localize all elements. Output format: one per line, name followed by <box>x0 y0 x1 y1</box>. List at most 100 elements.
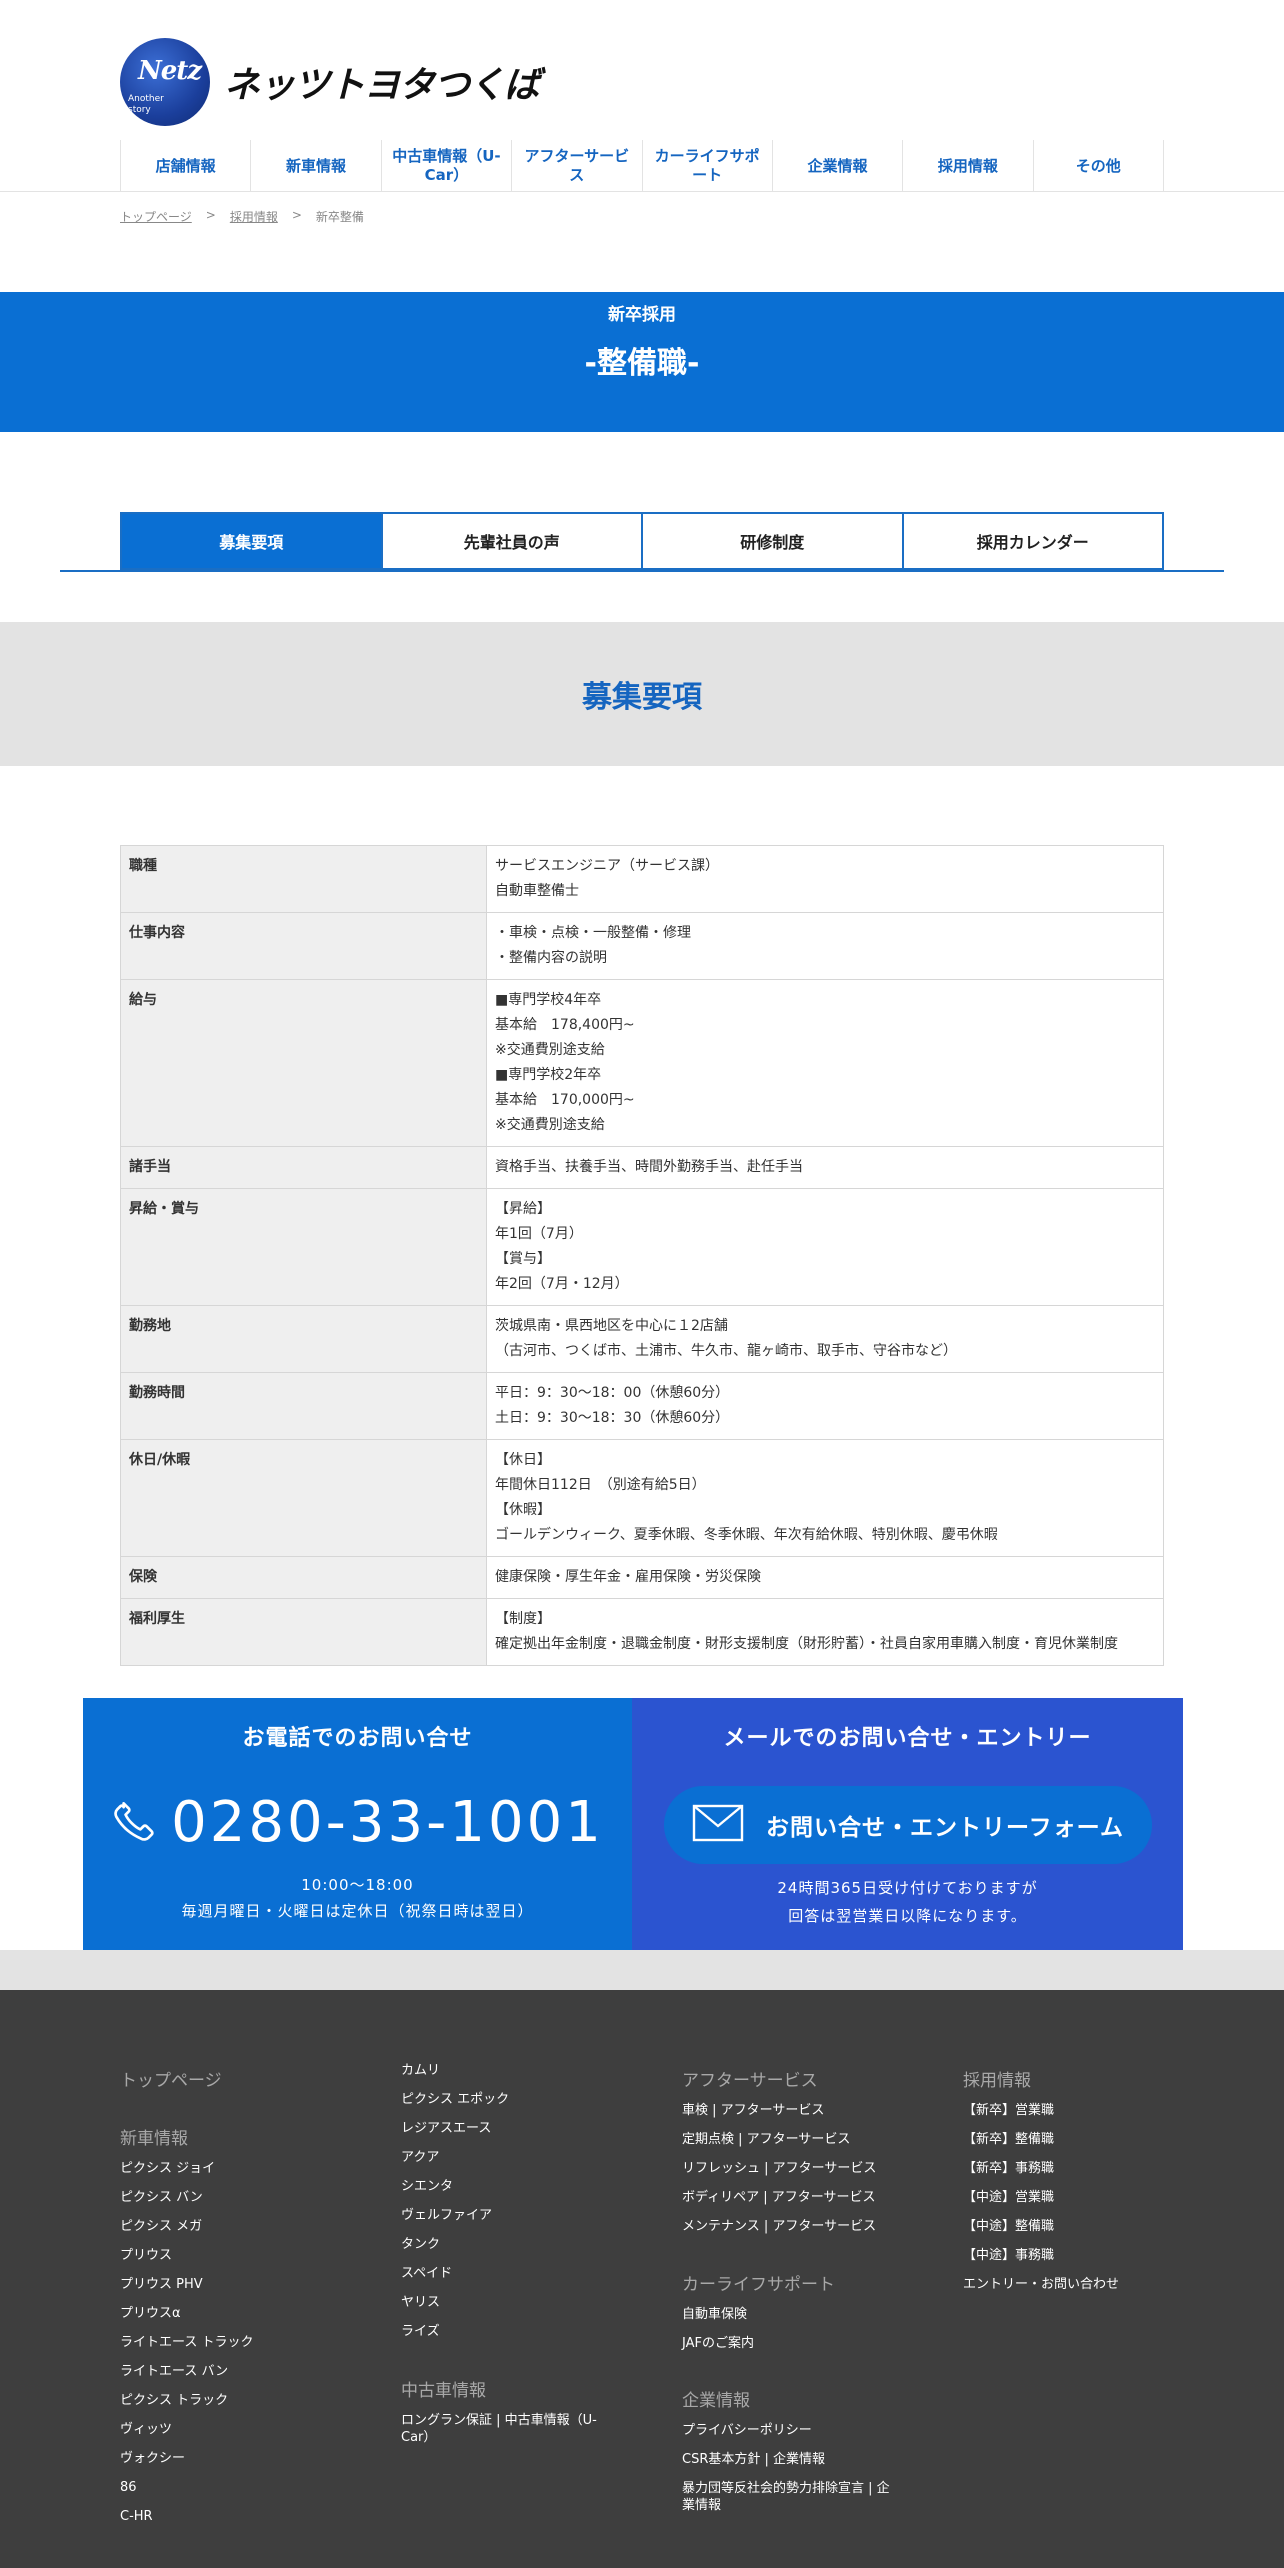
phone-heading: お電話でのお問い合せ <box>242 1726 473 1751</box>
nav-item-company[interactable]: 企業情報 <box>771 140 902 192</box>
nav-item-recruit[interactable]: 採用情報 <box>902 140 1032 192</box>
footer-link[interactable]: ヴィッツ <box>120 2421 172 2438</box>
footer-link[interactable]: プリウス <box>120 2247 172 2264</box>
footer-link[interactable]: ライトエース トラック <box>120 2334 253 2351</box>
row-label: 昇給・賞与 <box>120 1188 487 1306</box>
footer-link[interactable]: 【新卒】整備職 <box>963 2131 1054 2148</box>
row-value: 【制度】 確定拠出年金制度・退職金制度・財形支援制度（財形貯蓄）・社員自家用車購… <box>486 1598 1164 1666</box>
tab-requirements[interactable]: 募集要項 <box>120 512 383 570</box>
tab-recruit-calendar[interactable]: 採用カレンダー <box>901 512 1164 570</box>
tab-training[interactable]: 研修制度 <box>641 512 904 570</box>
nav-item-stores[interactable]: 店舗情報 <box>120 140 250 192</box>
table-row: 保険 健康保険・厚生年金・雇用保険・労災保険 <box>120 1556 1164 1599</box>
row-value: 資格手当、扶養手当、時間外勤務手当、赴任手当 <box>486 1146 1164 1189</box>
footer-link[interactable]: プライバシーポリシー <box>682 2422 812 2439</box>
footer-link[interactable]: 【中途】整備職 <box>963 2218 1054 2235</box>
table-row: 給与 ■専門学校4年卒 基本給 178,400円~ ※交通費別途支給 ■専門学校2… <box>120 979 1164 1147</box>
footer-link[interactable]: 【中途】営業職 <box>963 2189 1054 2206</box>
footer-link[interactable]: ピクシス バン <box>120 2189 203 2206</box>
footer-link[interactable]: ライズ <box>401 2323 440 2340</box>
footer-link[interactable]: 車検 | アフターサービス <box>682 2102 824 2119</box>
contact-mail-panel: メールでのお問い合せ・エントリー お問い合せ・エントリーフォーム 24時間365… <box>632 1698 1183 1950</box>
footer-link[interactable]: C-HR <box>120 2508 153 2525</box>
breadcrumb-separator: > <box>205 208 216 222</box>
page-banner: 新卒採用 -整備職- <box>0 292 1284 432</box>
logo-mark: Netz <box>138 56 202 86</box>
breadcrumb-recruit[interactable]: 採用情報 <box>230 208 278 225</box>
footer-link[interactable]: ピクシス エポック <box>401 2091 509 2108</box>
footer-link[interactable]: プリウス PHV <box>120 2276 203 2293</box>
footer-link[interactable]: 自動車保険 <box>682 2306 747 2323</box>
footer-link-top[interactable]: トップページ <box>120 2066 222 2091</box>
tabs-underline <box>60 570 1224 572</box>
footer-heading-new-cars[interactable]: 新車情報 <box>120 2124 188 2149</box>
footer-link[interactable]: ピクシス トラック <box>120 2392 228 2409</box>
footer-link[interactable]: エントリー・お問い合わせ <box>963 2276 1119 2293</box>
footer-link[interactable]: JAFのご案内 <box>682 2335 754 2352</box>
tab-senior-voices[interactable]: 先輩社員の声 <box>380 512 643 570</box>
footer-link[interactable]: 定期点検 | アフターサービス <box>682 2131 850 2148</box>
row-label: 福利厚生 <box>120 1598 487 1666</box>
row-label: 仕事内容 <box>120 912 487 980</box>
footer-link[interactable]: メンテナンス | アフターサービス <box>682 2218 876 2235</box>
footer-link[interactable]: シエンタ <box>401 2178 453 2195</box>
row-value: 平日：9：30～18：00（休憩60分） 土日：9：30～18：30（休憩60分… <box>486 1372 1164 1440</box>
footer-link[interactable]: アクア <box>401 2149 439 2166</box>
row-value: サービスエンジニア（サービス課） 自動車整備士 <box>486 845 1164 913</box>
footer-heading-company[interactable]: 企業情報 <box>682 2386 750 2411</box>
phone-number[interactable]: 0280-33-1001 <box>171 1790 604 1855</box>
footer-link[interactable]: ライトエース バン <box>120 2363 228 2380</box>
contact-bottom-band <box>0 1950 1284 1990</box>
logo-tagline: Another story <box>128 94 164 115</box>
footer-link[interactable]: ヴェルファイア <box>401 2207 492 2224</box>
site-header: Netz Another story ネッツトヨタつくば 店舗情報 新車情報 中古… <box>0 0 1284 192</box>
footer-link[interactable]: ロングラン保証 | 中古車情報（U-Car） <box>401 2412 601 2446</box>
breadcrumb: トップページ > 採用情報 > 新卒整備 <box>120 208 364 225</box>
footer-link[interactable]: ピクシス メガ <box>120 2218 202 2235</box>
footer-link[interactable]: ヴォクシー <box>120 2450 185 2467</box>
contact-section: お電話でのお問い合せ 0280-33-1001 10:00〜18:00 毎週月曜… <box>83 1698 1183 1950</box>
footer-link[interactable]: 【中途】事務職 <box>963 2247 1054 2264</box>
nav-item-new-cars[interactable]: 新車情報 <box>250 140 380 192</box>
footer-heading-after-service[interactable]: アフターサービス <box>682 2066 818 2091</box>
breadcrumb-home[interactable]: トップページ <box>120 208 192 225</box>
header-divider <box>0 191 1284 192</box>
site-footer: トップページ 新車情報 ピクシス ジョイ ピクシス バン ピクシス メガ プリウ… <box>0 1990 1284 2568</box>
nav-item-used-cars[interactable]: 中古車情報（U-Car） <box>380 140 511 192</box>
footer-link[interactable]: ヤリス <box>401 2294 440 2311</box>
footer-link[interactable]: CSR基本方針 | 企業情報 <box>682 2451 825 2468</box>
footer-link[interactable]: 86 <box>120 2479 137 2496</box>
footer-link[interactable]: プリウスα <box>120 2305 181 2322</box>
footer-link[interactable]: ボディリペア | アフターサービス <box>682 2189 875 2206</box>
nav-item-after-service[interactable]: アフターサービス <box>511 140 641 192</box>
footer-link[interactable]: レジアスエース <box>401 2120 491 2137</box>
section-title: 募集要項 <box>582 680 702 715</box>
footer-heading-carlife-support[interactable]: カーライフサポート <box>682 2270 835 2295</box>
footer-link[interactable]: 【新卒】営業職 <box>963 2102 1054 2119</box>
footer-link[interactable]: リフレッシュ | アフターサービス <box>682 2160 876 2177</box>
footer-link[interactable]: ピクシス ジョイ <box>120 2160 215 2177</box>
footer-link[interactable]: 暴力団等反社会的勢力排除宣言 | 企業情報 <box>682 2480 902 2514</box>
mail-heading: メールでのお問い合せ・エントリー <box>723 1726 1092 1751</box>
site-logo[interactable]: Netz Another story ネッツトヨタつくば <box>120 38 540 126</box>
footer-link[interactable]: カムリ <box>401 2062 440 2079</box>
contact-form-button[interactable]: お問い合せ・エントリーフォーム <box>664 1786 1152 1864</box>
row-label: 給与 <box>120 979 487 1147</box>
phone-row[interactable]: 0280-33-1001 <box>83 1790 632 1855</box>
row-value: 健康保険・厚生年金・雇用保険・労災保険 <box>486 1556 1164 1599</box>
page-title: -整備職- <box>584 346 700 381</box>
table-row: 諸手当 資格手当、扶養手当、時間外勤務手当、赴任手当 <box>120 1146 1164 1189</box>
nav-item-other[interactable]: その他 <box>1032 140 1164 192</box>
footer-heading-used-cars[interactable]: 中古車情報 <box>401 2376 486 2401</box>
phone-hours: 10:00〜18:00 <box>301 1876 414 1894</box>
footer-link[interactable]: スペイド <box>401 2265 452 2282</box>
breadcrumb-current: 新卒整備 <box>315 210 364 224</box>
table-row: 勤務時間 平日：9：30～18：00（休憩60分） 土日：9：30～18：30（休… <box>120 1372 1164 1440</box>
footer-heading-recruit[interactable]: 採用情報 <box>963 2066 1031 2091</box>
logo-badge: Netz Another story <box>120 38 210 126</box>
table-row: 休日/休暇 【休日】 年間休日112日 （別途有給5日） 【休暇】 ゴールデンウィ… <box>120 1439 1164 1557</box>
footer-link[interactable]: タンク <box>401 2236 440 2253</box>
footer-link[interactable]: 【新卒】事務職 <box>963 2160 1054 2177</box>
table-row: 仕事内容 ・車検・点検・一般整備・修理 ・整備内容の説明 <box>120 912 1164 980</box>
nav-item-carlife-support[interactable]: カーライフサポート <box>641 140 772 192</box>
